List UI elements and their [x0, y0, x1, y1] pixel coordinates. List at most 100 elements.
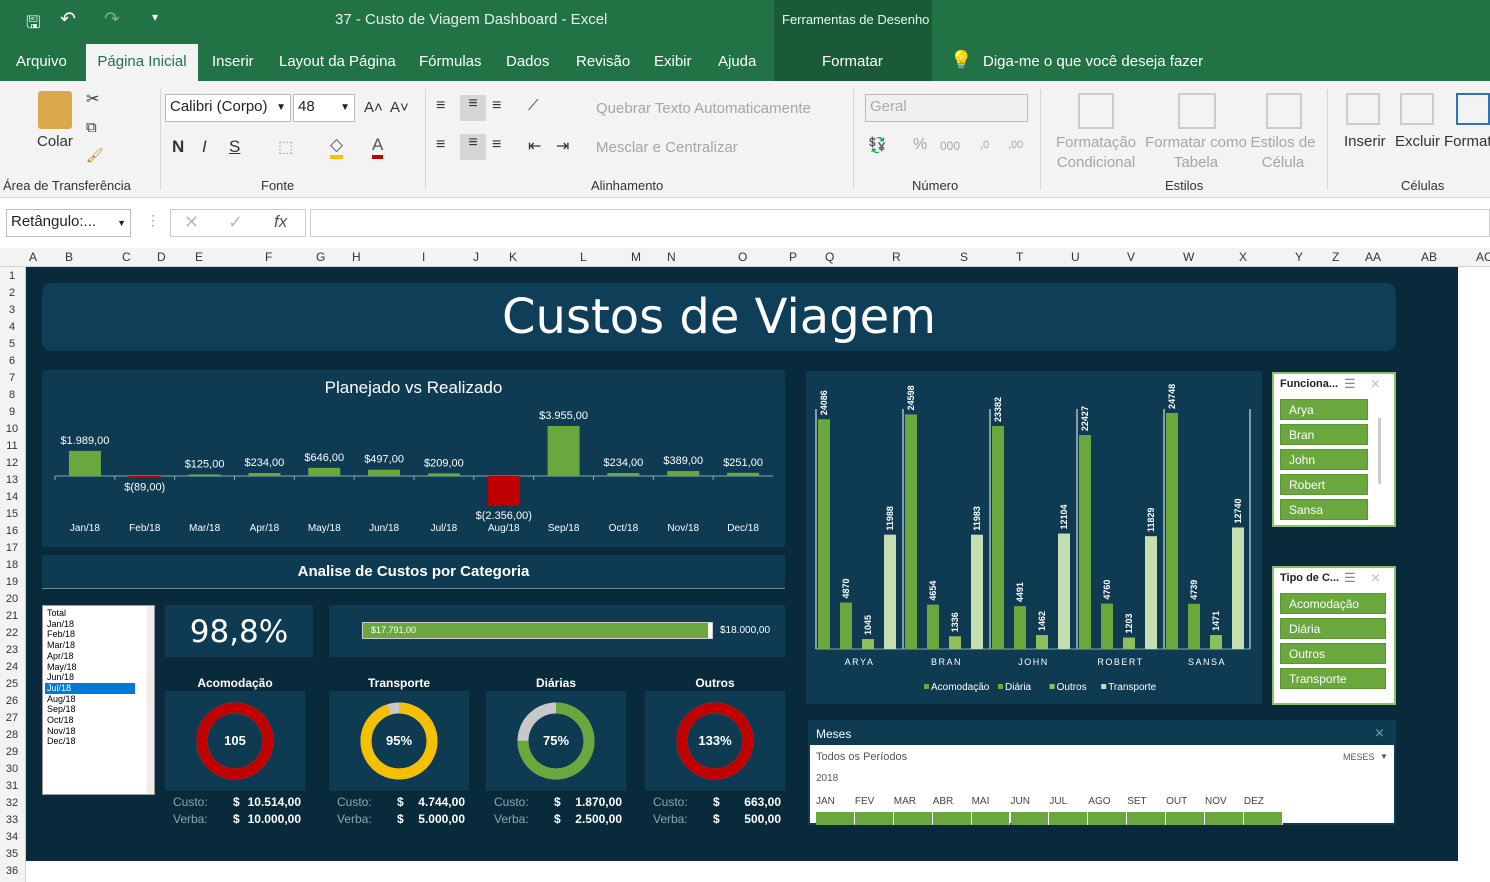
row-header[interactable]: 7 [0, 372, 24, 384]
row-header[interactable]: 30 [0, 763, 24, 775]
list-item[interactable]: Total [45, 608, 135, 619]
bar[interactable] [487, 476, 520, 506]
column-header[interactable]: R [892, 250, 901, 264]
insert-cells-button[interactable]: Inserir [1344, 133, 1386, 150]
currency-icon[interactable]: 💱 [868, 136, 887, 154]
conditional-format-button[interactable]: Formatação Condicional [1050, 133, 1142, 173]
bar[interactable] [248, 473, 281, 476]
bar[interactable] [818, 419, 830, 649]
delete-cells-button[interactable]: Excluir [1395, 133, 1440, 150]
bar[interactable] [992, 425, 1004, 649]
bar[interactable] [1145, 536, 1157, 649]
column-header[interactable]: I [422, 250, 425, 264]
row-header[interactable]: 6 [0, 355, 24, 367]
name-box[interactable]: Retângulo:... ▼ [6, 209, 131, 237]
slicer-item[interactable]: Robert [1280, 474, 1368, 495]
cancel-icon[interactable]: ✕ [184, 212, 199, 233]
bar[interactable] [1123, 637, 1135, 649]
bar[interactable] [547, 426, 580, 476]
bar[interactable] [862, 639, 874, 649]
bold-icon[interactable]: N [172, 137, 184, 157]
list-item[interactable]: May/18 [45, 662, 135, 673]
column-header[interactable]: S [960, 250, 968, 264]
row-header[interactable]: 18 [0, 559, 24, 571]
bar[interactable] [1079, 435, 1091, 649]
undo-icon[interactable]: ↶ [60, 8, 76, 31]
list-item[interactable]: Jul/18 [45, 682, 135, 694]
fill-color-icon[interactable]: ◇ [330, 135, 344, 159]
slicer-item[interactable]: Transporte [1280, 668, 1386, 689]
timeline-month-bar[interactable] [971, 812, 1011, 825]
tab-formatar[interactable]: Formatar [822, 53, 883, 70]
timeline-month-bar[interactable] [854, 812, 894, 825]
bar[interactable] [1014, 606, 1026, 649]
row-header[interactable]: 31 [0, 780, 24, 792]
slicer-funcionario[interactable]: Funciona... ☰ ⨯ Arya Bran John Robert Sansa [1272, 372, 1396, 527]
bar[interactable] [427, 473, 460, 476]
cell-styles-button[interactable]: Estilos de Célula [1250, 133, 1316, 173]
thousands-icon[interactable]: 000 [940, 139, 960, 153]
list-item[interactable]: Sep/18 [45, 704, 135, 715]
gauge-card[interactable]: 133% [645, 691, 785, 791]
redo-icon[interactable]: ↷ [104, 8, 120, 31]
column-header[interactable]: F [265, 250, 272, 264]
bar[interactable] [68, 450, 101, 476]
planned-vs-realized-chart[interactable]: Planejado vs Realizado $1.989,00 Jan/18 $(… [42, 370, 785, 547]
listbox-scrollbar[interactable] [147, 606, 154, 794]
list-item[interactable]: Feb/18 [45, 629, 135, 640]
bar[interactable] [884, 534, 896, 649]
row-header[interactable]: 1 [0, 270, 24, 282]
legend-entry[interactable]: Outros [1057, 682, 1087, 693]
list-item[interactable]: Dec/18 [45, 736, 135, 747]
formula-input[interactable] [310, 209, 1490, 237]
list-item[interactable]: Apr/18 [45, 651, 135, 662]
tab-ajuda[interactable]: Ajuda [718, 53, 756, 70]
gauge-card[interactable]: 75% [486, 691, 626, 791]
row-header[interactable]: 5 [0, 338, 24, 350]
column-header[interactable]: U [1071, 250, 1080, 264]
bar[interactable] [971, 534, 983, 649]
bar[interactable] [1232, 527, 1244, 649]
slicer-item[interactable]: Acomodação [1280, 593, 1386, 614]
underline-icon[interactable]: S [229, 137, 240, 157]
enter-icon[interactable]: ✓ [228, 212, 243, 233]
tab-formulas[interactable]: Fórmulas [419, 53, 482, 70]
row-header[interactable]: 19 [0, 576, 24, 588]
row-header[interactable]: 17 [0, 542, 24, 554]
align-left-icon[interactable]: ≡ [436, 136, 445, 154]
list-item[interactable]: Nov/18 [45, 726, 135, 737]
column-header[interactable]: G [316, 250, 325, 264]
bar[interactable] [840, 602, 852, 649]
row-header[interactable]: 16 [0, 525, 24, 537]
column-header[interactable]: AB [1421, 250, 1437, 264]
row-header[interactable]: 22 [0, 627, 24, 639]
bar[interactable] [188, 474, 221, 476]
timeline-meses[interactable]: Meses ⨯ Todos os Períodos MESES ▼ 2018 J… [808, 720, 1396, 825]
row-header[interactable]: 26 [0, 695, 24, 707]
paste-icon[interactable] [38, 91, 72, 129]
row-header[interactable]: 35 [0, 848, 24, 860]
bar[interactable] [308, 467, 341, 476]
slicer-item[interactable]: Diária [1280, 618, 1386, 639]
borders-icon[interactable]: ⬚ [278, 137, 293, 157]
row-header[interactable]: 25 [0, 678, 24, 690]
slicer-item[interactable]: Arya [1280, 399, 1368, 420]
bar[interactable] [667, 471, 700, 476]
align-middle-icon[interactable]: ≡ [460, 95, 486, 121]
row-header[interactable]: 3 [0, 304, 24, 316]
list-item[interactable]: Oct/18 [45, 715, 135, 726]
column-header[interactable]: T [1016, 250, 1023, 264]
clear-filter-icon[interactable]: ⨯ [1370, 376, 1381, 392]
row-header[interactable]: 32 [0, 797, 24, 809]
tab-arquivo[interactable]: Arquivo [16, 53, 67, 70]
font-size-select[interactable]: 48 ▼ [293, 94, 355, 122]
percent-icon[interactable]: % [913, 136, 927, 154]
merge-center-button[interactable]: Mesclar e Centralizar [596, 139, 738, 156]
multi-select-icon[interactable]: ☰ [1344, 570, 1356, 586]
decrease-decimal-icon[interactable]: ,00 [1008, 139, 1023, 151]
bar[interactable] [927, 604, 939, 649]
row-header[interactable]: 29 [0, 746, 24, 758]
align-right-icon[interactable]: ≡ [492, 136, 501, 154]
timeline-level-select[interactable]: MESES [1343, 752, 1375, 762]
column-header[interactable]: AC [1476, 250, 1490, 264]
